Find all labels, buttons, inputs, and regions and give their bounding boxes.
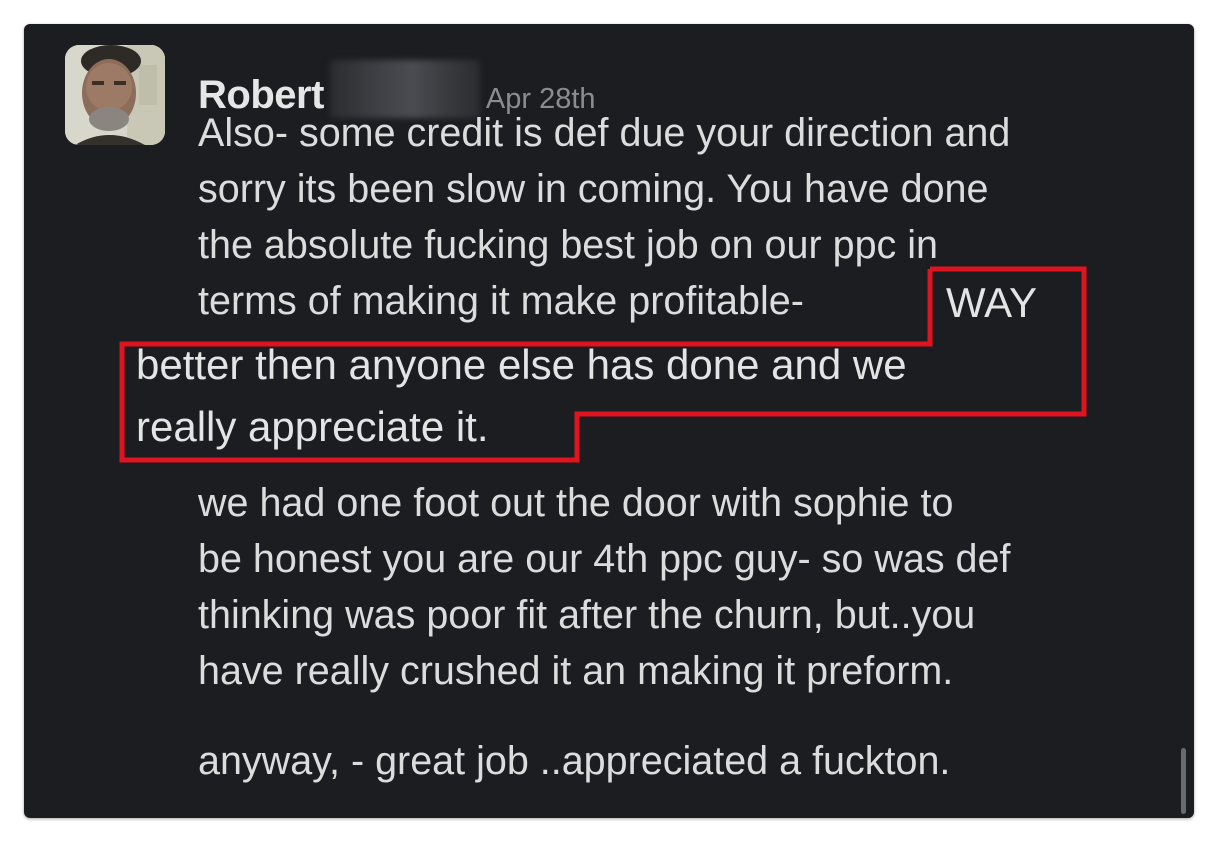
message-line: anyway, - great job ..appreciated a fuck… [198, 739, 951, 783]
scrollbar[interactable] [1181, 748, 1186, 814]
message-card: Robert Apr 28th Also- some credit is def… [24, 24, 1194, 818]
message-line: be honest you are our 4th ppc guy- so wa… [198, 537, 1011, 581]
message-line: we had one foot out the door with sophie… [198, 481, 954, 525]
message-line: thinking was poor fit after the churn, b… [198, 593, 976, 637]
highlight-annotation-outline [119, 266, 1087, 463]
message-line: have really crushed it an making it pref… [198, 649, 954, 693]
